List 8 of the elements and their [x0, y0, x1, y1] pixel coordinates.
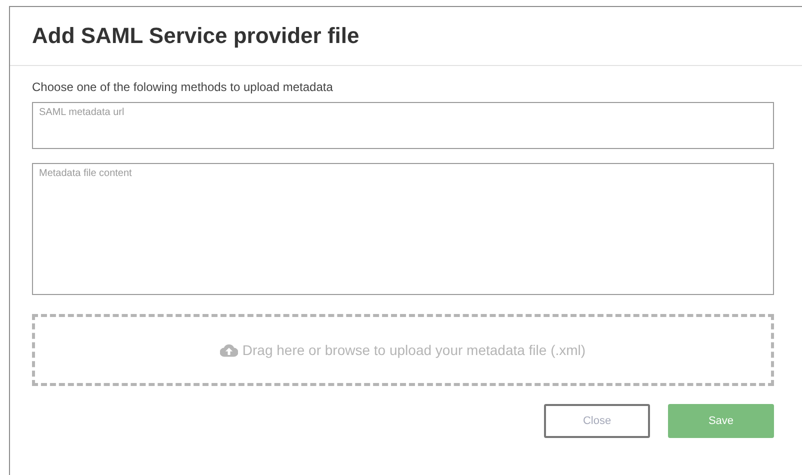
instructions-text: Choose one of the folowing methods to upload metadata [32, 80, 334, 94]
content-textarea[interactable]: Metadata file content [32, 163, 774, 295]
save-button[interactable]: Save [668, 404, 774, 438]
dialog-title: Add SAML Service provider file [32, 23, 360, 49]
close-button[interactable]: Close [544, 404, 650, 438]
upload-dropzone[interactable]: Drag here or browse to upload your metadata file (.xml) [32, 314, 774, 386]
url-field[interactable]: SAML metadata url [32, 102, 774, 149]
cloud-upload-icon [220, 344, 238, 356]
